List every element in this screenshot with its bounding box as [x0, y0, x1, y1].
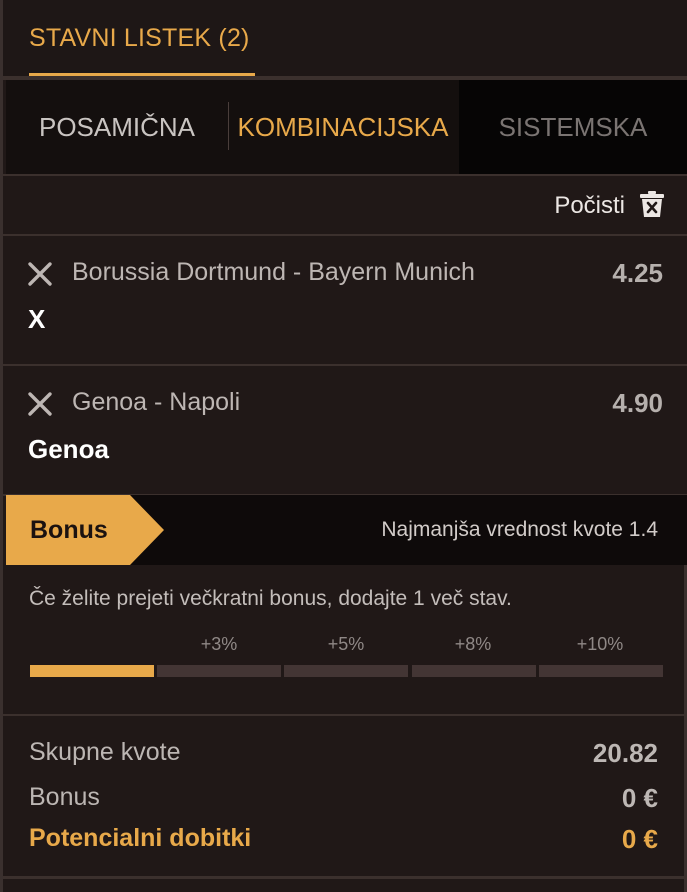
bet-odds: 4.90 [612, 388, 663, 418]
total-odds-value: 20.82 [592, 738, 658, 768]
progress-segment [539, 665, 663, 677]
betslip-header: STAVNI LISTEK (2) [3, 0, 687, 77]
progress-segment [412, 665, 536, 677]
bet-odds: 4.25 [612, 258, 663, 288]
clear-label: Počisti [554, 192, 625, 219]
bet-pick: Genoa [28, 434, 109, 464]
potential-winnings-value: 0 € [621, 824, 658, 854]
bet-type-tabs: POSAMIČNA KOMBINACIJSKA SISTEMSKA [6, 80, 687, 174]
betslip-panel: STAVNI LISTEK (2) POSAMIČNA KOMBINACIJSK… [0, 0, 687, 892]
clear-button[interactable]: Počisti [554, 190, 665, 222]
bonus-step-label: +8% [454, 634, 492, 654]
divider [3, 714, 687, 716]
bonus-step-label: +5% [327, 634, 365, 654]
bonus-step-label: +3% [200, 634, 238, 654]
progress-segment [284, 665, 408, 677]
divider [3, 876, 687, 879]
bonus-step-label: +10% [576, 634, 624, 654]
tab-system[interactable]: SISTEMSKA [459, 80, 687, 174]
bet-match: Genoa - Napoli [72, 388, 241, 416]
close-icon[interactable] [26, 390, 54, 418]
progress-segment [157, 665, 281, 677]
potential-winnings-label: Potencialni dobitki [29, 824, 252, 852]
bonus-min-odds: Najmanjša vrednost kvote 1.4 [381, 518, 658, 541]
close-icon[interactable] [26, 260, 54, 288]
bonus-value: 0 € [621, 783, 658, 813]
bet-item: Genoa - Napoli 4.90 Genoa [6, 366, 687, 494]
bet-item: Borussia Dortmund - Bayern Munich 4.25 X [6, 236, 687, 364]
tab-combination[interactable]: KOMBINACIJSKA [228, 80, 458, 174]
bonus-label: Bonus [29, 783, 100, 811]
progress-segment [30, 665, 154, 677]
tab-single[interactable]: POSAMIČNA [6, 80, 228, 174]
bonus-info: Če želite prejeti večkratni bonus, dodaj… [29, 587, 512, 610]
betslip-title[interactable]: STAVNI LISTEK (2) [29, 24, 250, 53]
total-odds-label: Skupne kvote [29, 738, 181, 766]
trash-icon [639, 190, 665, 223]
bonus-tag: Bonus [30, 516, 108, 544]
bet-pick: X [28, 304, 46, 334]
bet-match: Borussia Dortmund - Bayern Munich [72, 258, 475, 286]
clear-row: Počisti [6, 176, 687, 234]
